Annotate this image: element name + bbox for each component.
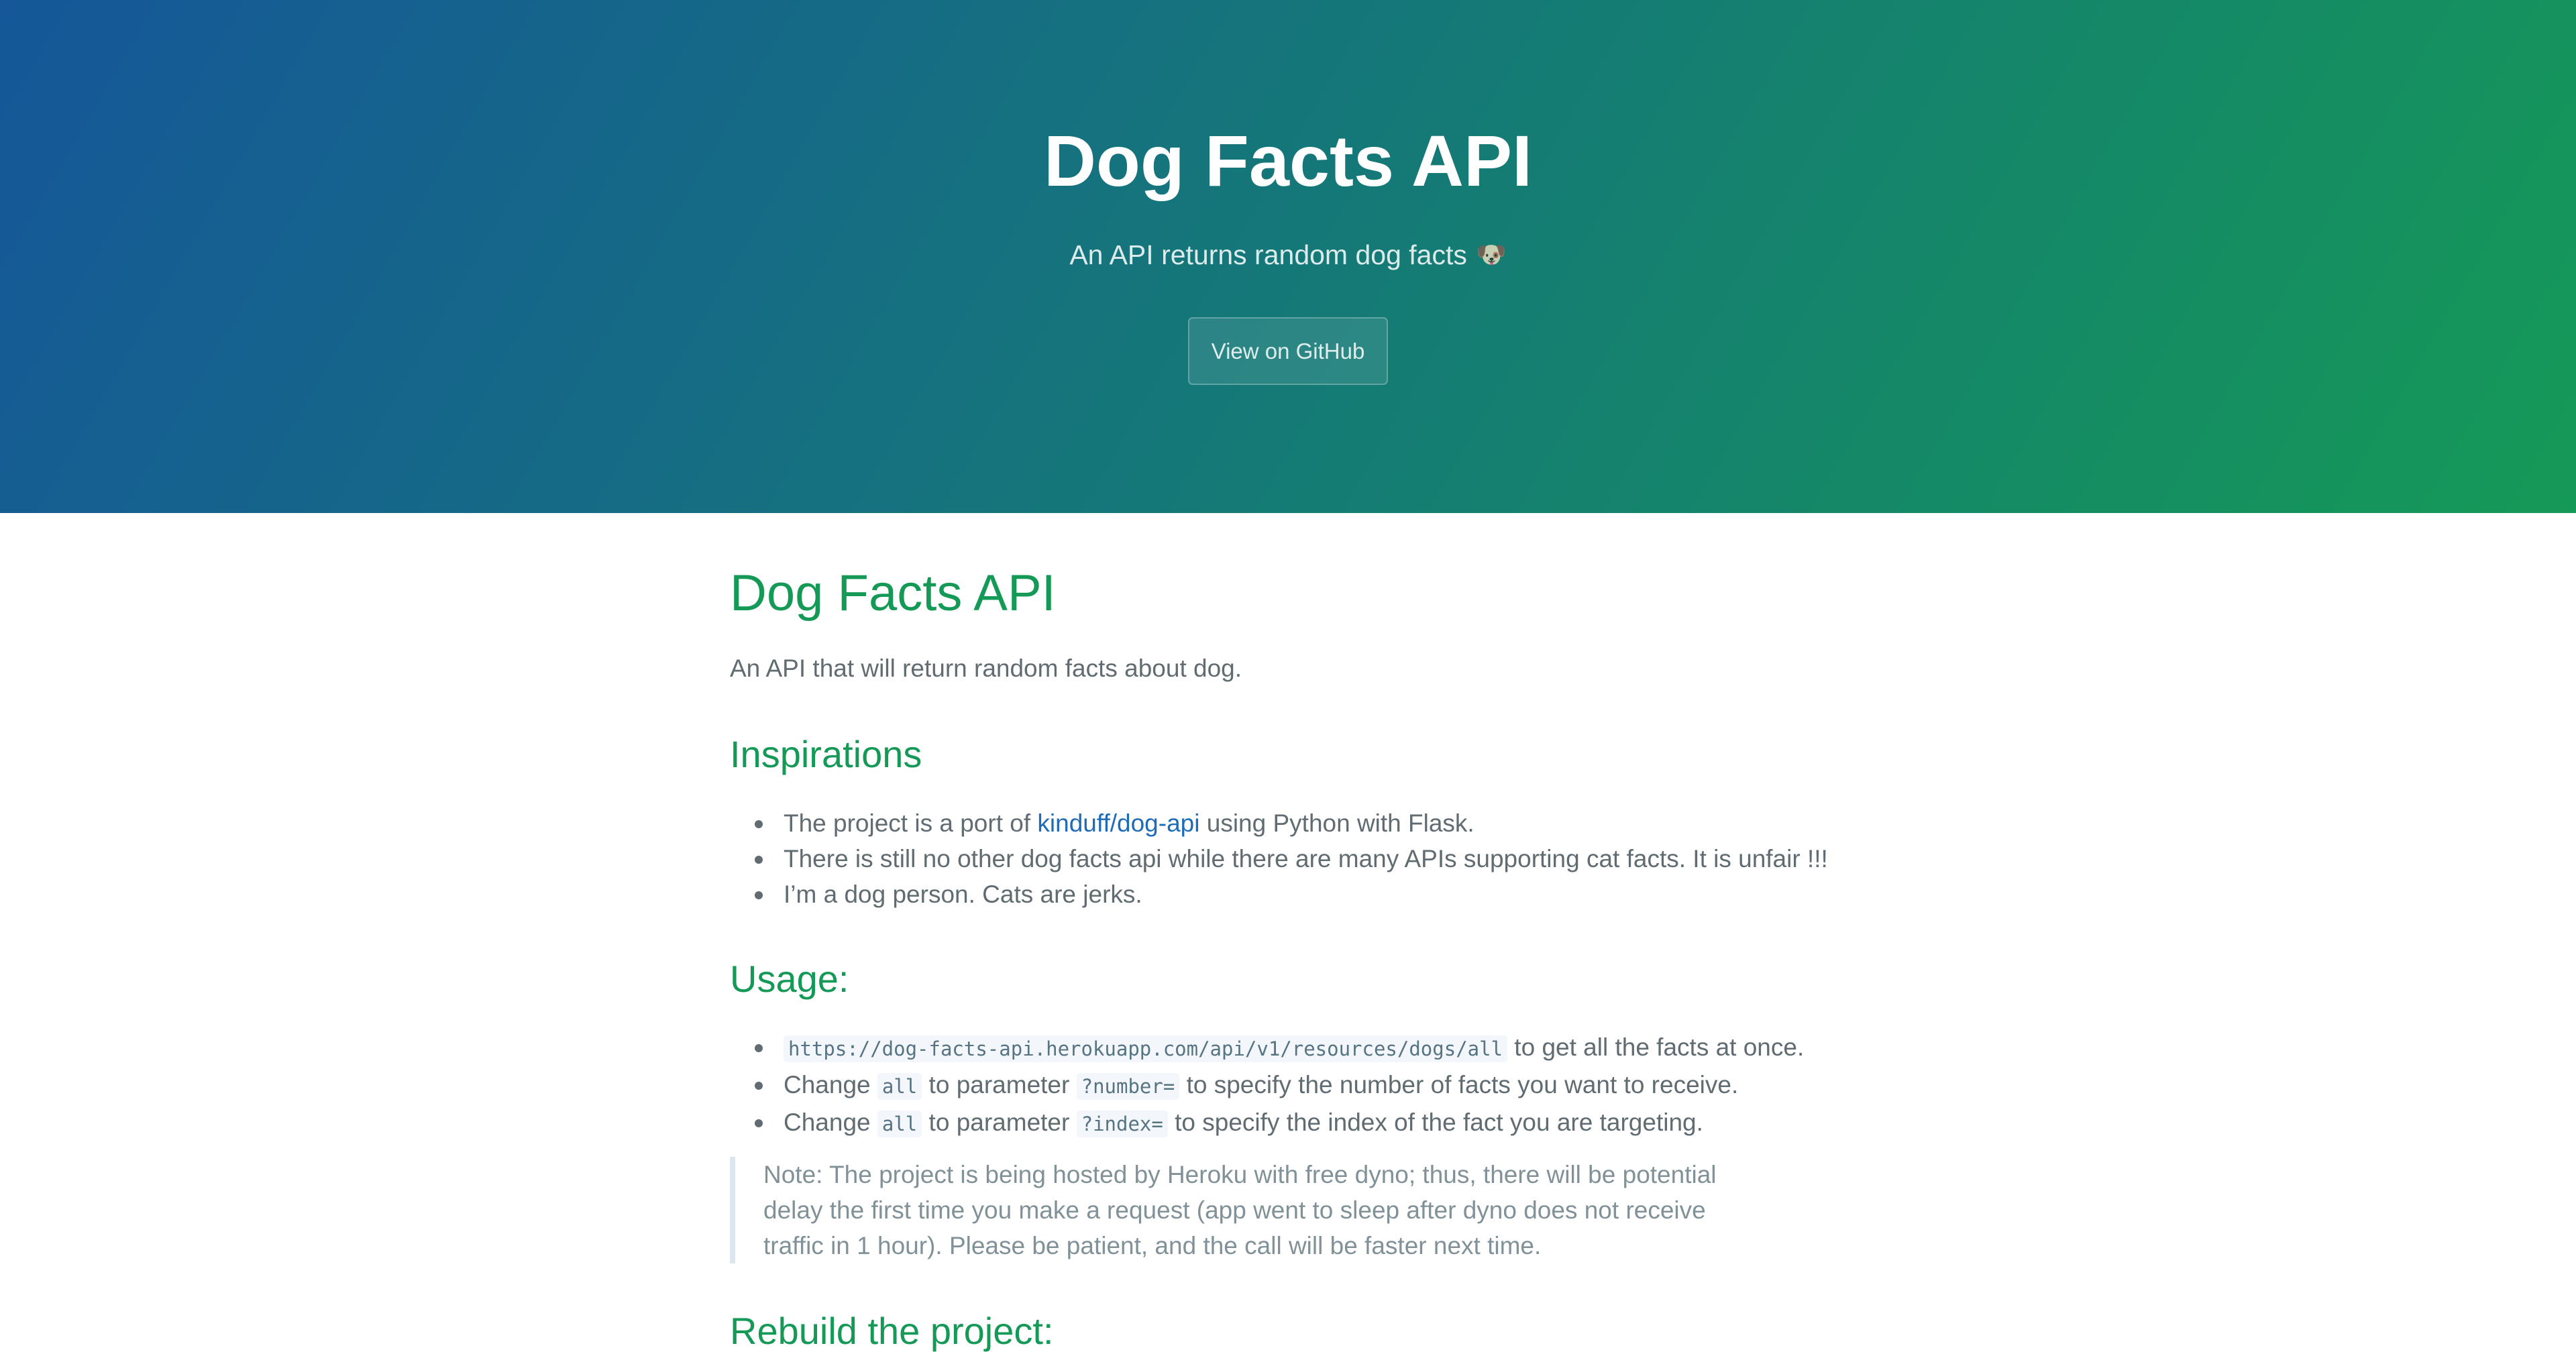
project-tagline: An API returns random dog facts 🐶 [0,235,2576,275]
endpoint-code: https://dog-facts-api.herokuapp.com/api/… [784,1035,1508,1062]
list-item: The project is a port of kinduff/dog-api… [755,805,1850,841]
note-line: Note: The project is being hosted by Her… [763,1161,1717,1188]
kinduff-dog-api-link[interactable]: kinduff/dog-api [1037,809,1199,837]
list-item-text: to parameter [922,1109,1077,1136]
list-item: https://dog-facts-api.herokuapp.com/api/… [755,1029,1850,1067]
project-name: Dog Facts API [1043,120,1533,201]
tagline-text: An API returns random dog facts [1069,239,1467,270]
inline-code: ?number= [1076,1073,1180,1100]
page-header: Dog Facts API An API returns random dog … [0,0,2576,513]
list-item-text: to parameter [922,1071,1077,1098]
list-item-text: to specify the number of facts you want … [1179,1071,1739,1098]
note-line: traffic in 1 hour). Please be patient, a… [763,1232,1542,1259]
list-item: I’m a dog person. Cats are jerks. [755,876,1850,912]
inline-code: ?index= [1076,1111,1168,1137]
list-item-text: to get all the facts at once. [1507,1033,1805,1061]
note-line: delay the first time you make a request … [763,1196,1706,1224]
rebuild-heading: Rebuild the project: [730,1310,1054,1352]
dog-face-icon: 🐶 [1476,241,1507,268]
inline-code: all [877,1073,922,1100]
view-on-github-button[interactable]: View on GitHub [1188,317,1388,385]
list-item: Change all to parameter ?index= to speci… [755,1105,1850,1142]
inspirations-heading: Inspirations [730,733,922,775]
inline-code: all [877,1111,922,1137]
inspirations-list: The project is a port of kinduff/dog-api… [730,805,1850,912]
content-title: Dog Facts API [730,565,1056,622]
list-item-text: Change [784,1109,877,1136]
list-item: There is still no other dog facts api wh… [755,841,1850,876]
list-item-text: Change [784,1071,877,1098]
note-blockquote: Note: The project is being hosted by Her… [730,1157,1776,1263]
usage-list: https://dog-facts-api.herokuapp.com/api/… [730,1029,1850,1142]
list-item-text: The project is a port of [784,809,1038,837]
list-item-text: to specify the index of the fact you are… [1167,1109,1703,1136]
list-item: Change all to parameter ?number= to spec… [755,1067,1850,1105]
intro-paragraph: An API that will return random facts abo… [730,655,1242,682]
list-item-text: using Python with Flask. [1199,809,1474,837]
main-content: Dog Facts API An API that will return ra… [730,513,1850,1352]
usage-heading: Usage: [730,958,849,1000]
